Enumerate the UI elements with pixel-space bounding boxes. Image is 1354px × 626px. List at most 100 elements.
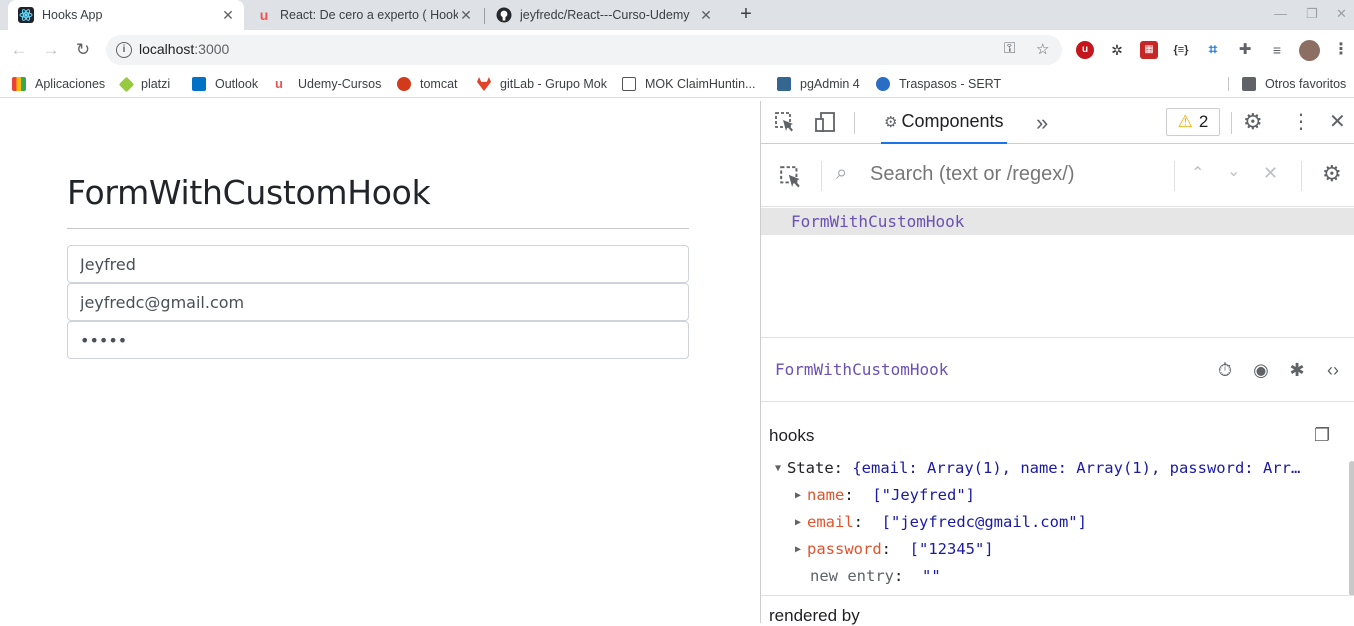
expand-right-icon[interactable]: ▶ [795,490,807,501]
rendered-by-title: rendered by [769,606,860,625]
search-icon: ⌕ [836,162,848,184]
component-tree-item[interactable]: FormWithCustomHook [761,208,1354,235]
scrollbar[interactable] [1349,461,1354,596]
new-tab-button[interactable]: + [734,3,758,27]
tab-udemy[interactable]: u React: De cero a experto ( Hook ✕ [246,0,482,30]
hook-entry-row[interactable]: ▶ email: ["jeyfredc@gmail.com"] [795,511,1087,533]
clear-search-icon[interactable]: ✕ [1263,163,1278,184]
section-divider [761,595,1354,596]
expand-down-icon[interactable]: ▼ [775,463,787,474]
tab-github[interactable]: jeyfredc/React---Curso-Udemy ✕ [486,0,722,30]
github-icon [496,7,512,23]
kebab-menu-icon[interactable]: ⋮ [1291,109,1311,134]
search-input[interactable]: Search (text or /regex/) [870,163,1075,186]
select-element-icon[interactable] [779,165,803,194]
udemy-icon: u [275,77,289,91]
tab-close-icon[interactable]: ✕ [458,7,474,24]
search-divider [1174,161,1175,191]
copy-icon[interactable]: ❐ [1314,425,1330,446]
hook-entry-row[interactable]: ▶ password: ["12345"] [795,538,994,560]
key-icon[interactable]: ⚿ [1004,40,1015,57]
ublock-extension-icon[interactable]: u [1076,41,1094,59]
bookmark-outlook[interactable]: Outlook [192,74,258,94]
folder-icon [1242,77,1256,91]
platzi-icon [118,76,135,92]
browser-toolbar: ← → ↻ i localhost:3000 ⚿ ☆ u ✲ ▦ {≡} ⌗ ✚… [0,30,1354,70]
component-settings-gear-icon[interactable]: ⚙ [1322,161,1342,187]
devtools-panel: ⚙ Components » ⚠ 2 ⚙ ⋮ ✕ ⌕ Search (text … [760,101,1354,625]
window-close-icon[interactable]: ✕ [1336,6,1347,22]
name-input[interactable] [67,245,689,283]
tab-close-icon[interactable]: ✕ [220,7,236,24]
bug-extension-icon[interactable]: ✲ [1108,41,1126,59]
stopwatch-icon[interactable]: ⏱ [1213,358,1237,382]
expand-right-icon[interactable]: ▶ [795,517,807,528]
code-icon[interactable]: ‹› [1321,358,1345,382]
mok-icon [622,77,636,91]
bookmarks-bar: Aplicaciones platzi Outlook u Udemy-Curso… [0,70,1354,98]
grid-extension-icon[interactable]: ⌗ [1204,41,1222,59]
bookmark-apps[interactable]: Aplicaciones [12,74,105,94]
tab-components[interactable]: ⚙ Components [881,101,1007,144]
previous-result-icon[interactable]: ⌃ [1191,163,1204,183]
hook-entry-row[interactable]: ▶ name: ["Jeyfred"] [795,484,975,506]
selected-component-name: FormWithCustomHook [775,360,949,379]
inspect-element-icon[interactable] [774,111,796,138]
warning-icon: ⚠ [1177,112,1193,131]
gitlab-icon [477,77,491,91]
media-queue-icon[interactable]: ≡ [1268,41,1286,59]
hooks-section-title: hooks [769,426,815,445]
address-bar[interactable]: i localhost:3000 ⚿ ☆ [106,35,1062,65]
json-extension-icon[interactable]: {≡} [1172,41,1190,59]
tab-close-icon[interactable]: ✕ [698,7,714,24]
eye-icon[interactable]: ◉ [1249,358,1273,382]
settings-gear-icon[interactable]: ⚙ [1243,109,1263,135]
tab-title: jeyfredc/React---Curso-Udemy [520,8,690,22]
bookmark-traspasos[interactable]: Traspasos - SERT [876,74,1001,94]
expand-right-icon[interactable]: ▶ [795,544,807,555]
url-text[interactable]: localhost:3000 [139,41,229,57]
bookmark-mok[interactable]: MOK ClaimHuntin... [622,74,755,94]
page-viewport: FormWithCustomHook [0,101,760,623]
extension-red-icon[interactable]: ▦ [1140,41,1158,59]
password-input[interactable] [67,321,689,359]
reload-icon[interactable]: ↻ [71,38,95,62]
email-input[interactable] [67,283,689,321]
search-divider [821,161,822,191]
more-tabs-chevron-icon[interactable]: » [1036,110,1048,136]
bookmark-tomcat[interactable]: tomcat [397,74,458,94]
device-toolbar-icon[interactable] [814,111,836,138]
menu-icon[interactable]: ⋮ [1332,41,1350,59]
bookmark-pgadmin[interactable]: pgAdmin 4 [777,74,860,94]
bookmark-gitlab[interactable]: gitLab - Grupo Mok [477,74,607,94]
bookmark-star-icon[interactable]: ☆ [1036,40,1049,58]
new-entry-row[interactable]: new entry: "" [810,565,941,587]
avatar[interactable] [1299,40,1320,61]
apps-grid-icon [12,77,26,91]
maximize-icon[interactable]: ❐ [1306,6,1318,22]
next-result-icon[interactable]: ⌄ [1227,161,1240,181]
bookmark-other[interactable]: Otros favoritos [1242,74,1346,94]
tab-hooks-app[interactable]: Hooks App ✕ [8,0,244,30]
puzzle-extensions-icon[interactable]: ✚ [1236,41,1254,59]
toolbar-divider [1231,112,1232,134]
bookmark-sep [1228,77,1229,91]
close-devtools-icon[interactable]: ✕ [1329,109,1346,134]
tomcat-icon [397,77,411,91]
devtools-tabbar: ⚙ Components » ⚠ 2 ⚙ ⋮ ✕ [761,101,1354,144]
pgadmin-icon [777,77,791,91]
back-icon[interactable]: ← [7,38,31,62]
traspasos-icon [876,77,890,91]
tab-divider [484,8,485,24]
minimize-icon[interactable]: — [1274,6,1287,21]
tab-title: Hooks App [42,8,103,22]
warnings-badge[interactable]: ⚠ 2 [1166,108,1220,136]
bug-icon[interactable]: ✱ [1285,358,1309,382]
search-divider [1301,161,1302,191]
bookmark-platzi[interactable]: platzi [118,74,170,94]
forward-icon[interactable]: → [39,38,63,62]
gear-icon: ⚙ [884,113,898,131]
state-hook-row[interactable]: ▼ State: {email: Array(1), name: Array(1… [775,457,1300,479]
info-icon[interactable]: i [116,42,132,58]
bookmark-udemy[interactable]: u Udemy-Cursos [275,74,381,94]
